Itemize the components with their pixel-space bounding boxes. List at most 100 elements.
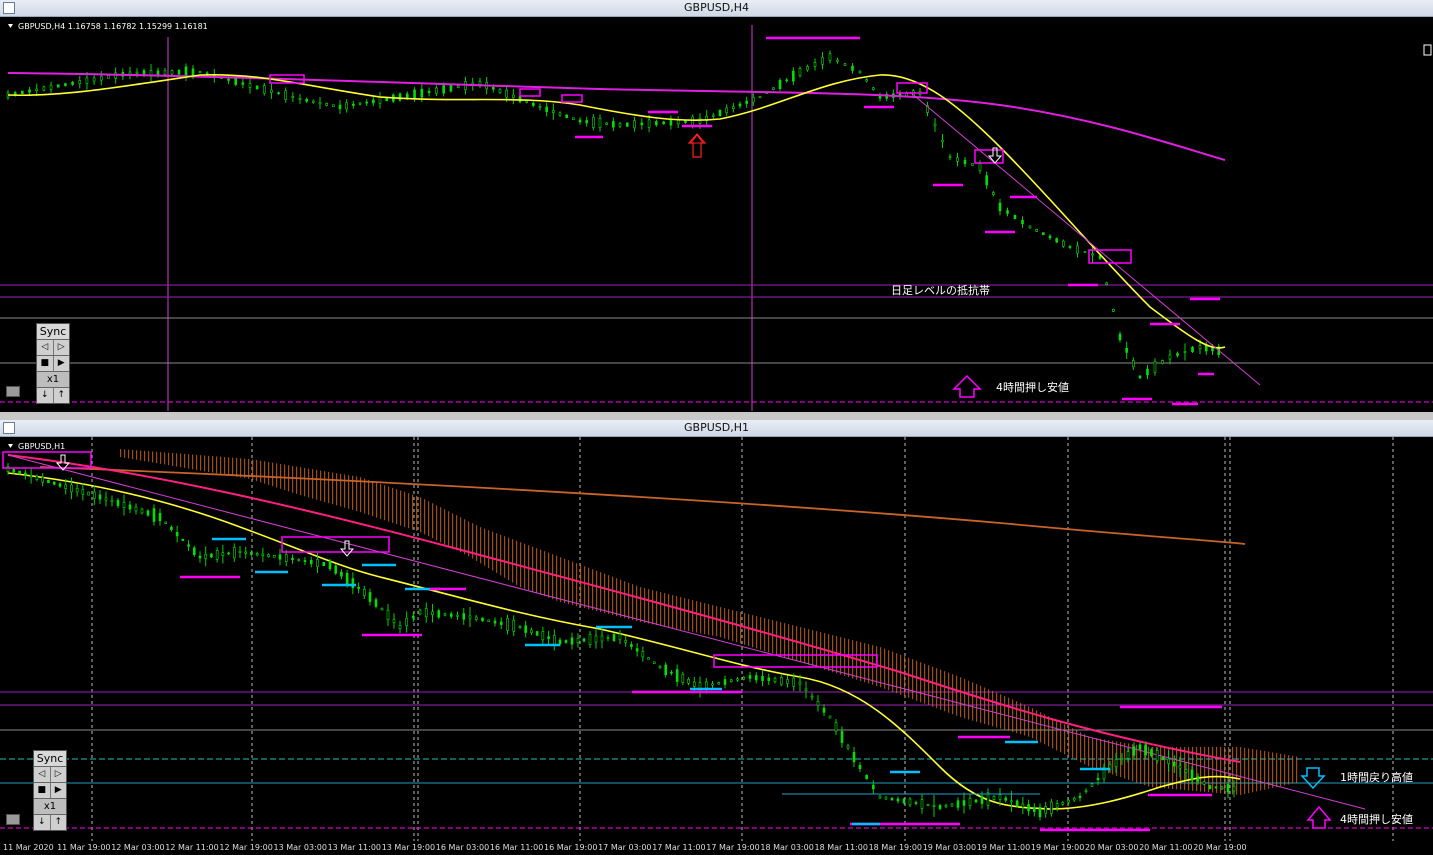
candle-body	[852, 752, 856, 762]
candle-body	[992, 796, 996, 800]
candle-body	[116, 500, 120, 506]
candle-body	[834, 722, 838, 732]
candle-body	[374, 599, 378, 607]
h4-chart-info: GBPUSD,H4 1.16758 1.16782 1.15299 1.1618…	[18, 22, 208, 31]
up-button[interactable]: ↑	[53, 388, 69, 403]
play-button[interactable]: ▶	[53, 356, 69, 371]
candle-body	[24, 472, 27, 477]
candle-body	[914, 802, 918, 804]
candle-body	[427, 90, 431, 93]
next-button[interactable]: ▷	[53, 340, 69, 355]
sync-panel-top[interactable]: Sync ◁ ▷ ■ ▶ x1 ↓ ↑	[36, 323, 70, 404]
candle-body	[890, 797, 894, 801]
candle-body	[785, 79, 788, 82]
h4-chart-area[interactable]: GBPUSD,H4 1.16758 1.16782 1.15299 1.1618…	[0, 17, 1433, 411]
h1-title-bar[interactable]: GBPUSD,H1	[0, 420, 1433, 437]
candle-body	[980, 796, 984, 804]
candle-body	[806, 66, 809, 71]
candle-body	[530, 629, 533, 633]
candle-body	[75, 488, 79, 493]
up-button[interactable]: ↑	[50, 815, 66, 830]
prev-button[interactable]: ◁	[37, 340, 54, 355]
candle-body	[92, 77, 96, 82]
candle-body	[618, 633, 622, 641]
candle-body	[386, 609, 390, 621]
play-button[interactable]: ▶	[50, 783, 66, 798]
candle-body	[816, 701, 820, 706]
candle-body	[723, 679, 727, 685]
candle-body	[345, 102, 348, 110]
dropdown-triangle-icon[interactable]	[8, 444, 13, 448]
time-axis-label: 16 Mar 03:00	[435, 843, 490, 852]
panel-tool-icon[interactable]	[1423, 44, 1432, 56]
candle-body	[305, 99, 308, 102]
time-axis-label: 12 Mar 19:00	[219, 843, 273, 852]
candle-body	[468, 615, 472, 619]
candle-body	[443, 613, 447, 616]
candle-body	[298, 98, 302, 100]
next-button[interactable]: ▷	[50, 767, 66, 782]
candle-body	[278, 554, 282, 560]
candle-body	[717, 682, 721, 685]
time-axis-label: 19 Mar 11:00	[976, 843, 1031, 852]
candle-body	[372, 99, 375, 104]
stop-button[interactable]: ■	[34, 783, 51, 798]
candle-body	[1042, 232, 1045, 236]
candle-body	[215, 550, 219, 560]
candle-body	[956, 800, 960, 808]
speed-button[interactable]: x1	[34, 799, 66, 814]
candle-body	[641, 651, 645, 658]
trend-line[interactable]	[909, 91, 1261, 386]
candle-body	[255, 553, 259, 556]
candle-body	[1028, 225, 1032, 229]
h1-price-chart[interactable]: GBPUSD,H1 1時間戻り高値 4時間押し安値	[0, 437, 1433, 841]
h1-pullback-low-label: 4時間押し安値	[1340, 812, 1413, 826]
trend-line[interactable]	[7, 454, 1366, 810]
stop-button[interactable]: ■	[37, 356, 54, 371]
sync-panel-bottom[interactable]: Sync ◁ ▷ ■ ▶ x1 ↓ ↑	[33, 750, 67, 831]
candle-body	[675, 669, 679, 682]
candle-body	[1232, 785, 1236, 792]
zone-box[interactable]	[1088, 249, 1132, 264]
h1-chart-window[interactable]: GBPUSD,H1 GBPUSD,H1 1時間戻り高値 4時間押し安値 Sync…	[0, 420, 1433, 855]
candle-body	[345, 573, 349, 585]
candle-body	[1125, 347, 1128, 353]
candle-body	[1062, 240, 1065, 247]
candle-body	[192, 547, 196, 555]
candle-body	[309, 559, 313, 565]
candle-body	[413, 89, 416, 100]
candle-body	[1061, 802, 1065, 805]
h4-chart-window[interactable]: GBPUSD,H4 GBPUSD,H4 1.16758 1.16782 1.15…	[0, 0, 1433, 412]
time-axis-label: 17 Mar 03:00	[598, 843, 652, 852]
candle-body	[594, 635, 598, 643]
candle-body	[505, 89, 508, 98]
candle-body	[758, 95, 762, 99]
candle-body	[884, 796, 888, 800]
candle-body	[1072, 797, 1076, 801]
collapse-button[interactable]	[6, 814, 20, 825]
zone-box[interactable]	[561, 94, 583, 103]
h4-price-chart[interactable]: GBPUSD,H4 1.16758 1.16782 1.15299 1.1618…	[0, 17, 1433, 411]
candle-body	[392, 619, 396, 623]
prev-button[interactable]: ◁	[34, 767, 51, 782]
down-button[interactable]: ↓	[37, 388, 54, 403]
dropdown-triangle-icon[interactable]	[8, 24, 13, 28]
h4-title-bar[interactable]: GBPUSD,H4	[0, 0, 1433, 17]
candle-body	[1118, 333, 1122, 341]
candle-body	[1146, 368, 1149, 376]
candle-body	[792, 70, 795, 82]
candle-body	[1091, 253, 1094, 256]
collapse-button[interactable]	[6, 386, 20, 397]
candle-body	[858, 70, 862, 74]
h1-chart-area[interactable]: GBPUSD,H1 1時間戻り高値 4時間押し安値 Sync ◁ ▷ ■ ▶ x…	[0, 437, 1433, 841]
candle-body	[1112, 309, 1115, 312]
candle-body	[676, 119, 680, 125]
candle-body	[99, 75, 103, 81]
long-ma-line	[39, 466, 1246, 545]
candle-body	[588, 633, 592, 646]
candle-body	[535, 631, 539, 636]
speed-button[interactable]: x1	[37, 372, 69, 387]
down-button[interactable]: ↓	[34, 815, 51, 830]
zone-box[interactable]	[519, 88, 541, 97]
candle-body	[658, 665, 662, 669]
